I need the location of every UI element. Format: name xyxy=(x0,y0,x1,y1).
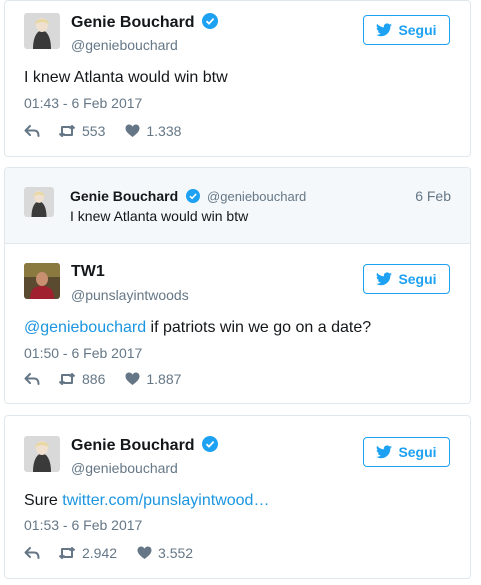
reply-icon xyxy=(24,125,40,137)
follow-label: Segui xyxy=(398,271,437,287)
retweet-count: 886 xyxy=(82,371,106,387)
verified-badge-icon xyxy=(185,189,200,203)
tweet-link[interactable]: twitter.com/punslayintwood… xyxy=(62,492,269,509)
twitter-bird-icon xyxy=(376,23,393,37)
quoted-text: I knew Atlanta would win btw xyxy=(70,208,249,224)
heart-icon xyxy=(125,372,140,385)
reply-button[interactable] xyxy=(24,546,40,560)
reply-button[interactable] xyxy=(24,372,40,386)
retweet-button[interactable]: 886 xyxy=(58,371,105,387)
tweet-card: Genie Bouchard @geniebouchard Segui Sure… xyxy=(4,415,471,579)
tweet-text: Sure twitter.com/punslayintwood… xyxy=(24,492,269,510)
like-count: 1.338 xyxy=(146,123,182,139)
tweet-card: Genie Bouchard @geniebouchard 6 Feb I kn… xyxy=(4,167,471,404)
follow-button[interactable]: Segui xyxy=(363,264,450,294)
follow-label: Segui xyxy=(398,22,437,38)
like-button[interactable]: 1.338 xyxy=(125,123,181,139)
reply-icon xyxy=(24,373,40,385)
tweet-actions: 886 1.887 xyxy=(24,371,181,387)
twitter-bird-icon xyxy=(376,445,393,459)
like-button[interactable]: 3.552 xyxy=(137,545,193,561)
quoted-header: Genie Bouchard @geniebouchard xyxy=(70,188,306,206)
quoted-avatar[interactable] xyxy=(24,187,54,217)
tweet-text-body: Sure xyxy=(24,492,63,509)
avatar[interactable] xyxy=(24,263,60,299)
author-handle[interactable]: @punslayintwoods xyxy=(71,287,189,303)
author-name-text[interactable]: Genie Bouchard xyxy=(71,437,195,454)
reply-icon xyxy=(24,547,40,559)
avatar[interactable] xyxy=(24,13,60,49)
tweet-timestamp[interactable]: 01:50 - 6 Feb 2017 xyxy=(24,345,142,361)
retweet-button[interactable]: 2.942 xyxy=(58,545,117,561)
follow-button[interactable]: Segui xyxy=(363,15,450,45)
author-handle[interactable]: @geniebouchard xyxy=(71,37,178,53)
author-name[interactable]: Genie Bouchard xyxy=(71,436,219,455)
follow-label: Segui xyxy=(398,444,437,460)
follow-button[interactable]: Segui xyxy=(363,437,450,467)
quoted-author-name[interactable]: Genie Bouchard xyxy=(70,188,178,204)
tweet-timestamp[interactable]: 01:43 - 6 Feb 2017 xyxy=(24,95,142,111)
verified-badge-icon xyxy=(202,13,219,29)
author-name-text[interactable]: Genie Bouchard xyxy=(71,14,195,31)
heart-icon xyxy=(137,546,152,559)
verified-badge-icon xyxy=(202,436,219,452)
avatar[interactable] xyxy=(24,436,60,472)
author-name[interactable]: Genie Bouchard xyxy=(71,13,219,32)
tweet-timestamp[interactable]: 01:53 - 6 Feb 2017 xyxy=(24,517,142,533)
retweet-icon xyxy=(58,373,76,385)
tweet-text-body: if patriots win we go on a date? xyxy=(146,319,372,336)
tweet-text: I knew Atlanta would win btw xyxy=(24,69,228,86)
tweet-actions: 2.942 3.552 xyxy=(24,545,193,561)
quoted-author-handle[interactable]: @geniebouchard xyxy=(207,189,306,204)
retweet-icon xyxy=(58,125,76,137)
heart-icon xyxy=(125,124,140,137)
author-handle[interactable]: @geniebouchard xyxy=(71,460,178,476)
author-name[interactable]: TW1 xyxy=(71,263,105,281)
reply-button[interactable] xyxy=(24,124,40,138)
retweet-count: 2.942 xyxy=(82,545,118,561)
tweet-card: Genie Bouchard @geniebouchard Segui I kn… xyxy=(4,0,471,157)
like-button[interactable]: 1.887 xyxy=(125,371,181,387)
retweet-icon xyxy=(58,547,76,559)
quoted-tweet[interactable]: Genie Bouchard @geniebouchard 6 Feb I kn… xyxy=(5,168,470,244)
tweet-text: @geniebouchard if patriots win we go on … xyxy=(24,319,371,337)
like-count: 3.552 xyxy=(158,545,194,561)
tweet-actions: 553 1.338 xyxy=(24,123,181,139)
retweet-count: 553 xyxy=(82,123,106,139)
twitter-bird-icon xyxy=(376,272,393,286)
quoted-date[interactable]: 6 Feb xyxy=(415,188,451,204)
like-count: 1.887 xyxy=(146,371,182,387)
mention-link[interactable]: @geniebouchard xyxy=(24,319,146,336)
retweet-button[interactable]: 553 xyxy=(58,123,105,139)
